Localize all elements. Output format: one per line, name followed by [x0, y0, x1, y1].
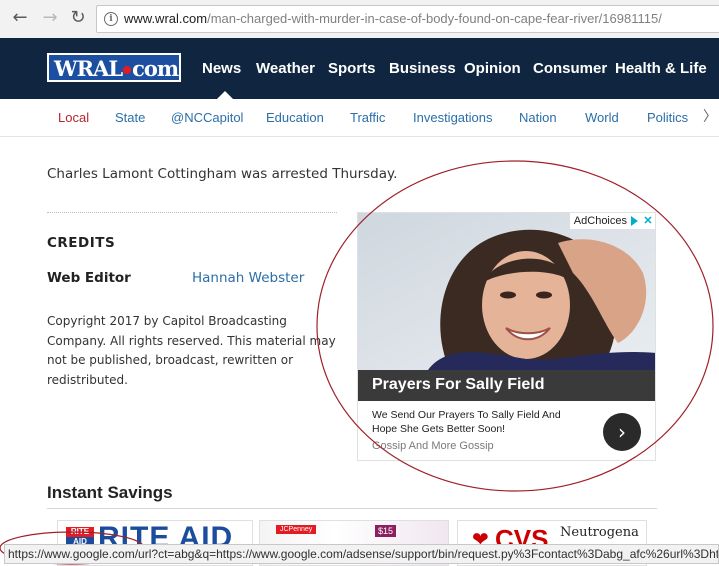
status-url: https://www.google.com/url?ct=abg&q=http…	[8, 547, 719, 561]
url-path: /man-charged-with-murder-in-case-of-body…	[207, 11, 662, 26]
neutrogena-logo: Neutrogena	[560, 525, 639, 540]
rite-aid-badge-top: RITE	[66, 527, 94, 537]
address-bar[interactable]: i www.wral.com/man-charged-with-murder-i…	[96, 5, 719, 33]
chevron-right-icon[interactable]: ›	[603, 413, 641, 451]
nav-weather[interactable]: Weather	[256, 60, 315, 77]
ad-unit[interactable]: AdChoices ✕ Prayers For Sally Field We Se…	[357, 212, 656, 461]
sub-nav-investigations[interactable]: Investigations	[413, 110, 493, 125]
sub-nav-education[interactable]: Education	[266, 110, 324, 125]
reload-icon[interactable]: ↻	[68, 8, 88, 28]
divider	[47, 212, 337, 213]
web-editor-link[interactable]: Hannah Webster	[192, 270, 304, 286]
ad-body[interactable]: We Send Our Prayers To Sally Field And H…	[372, 408, 572, 436]
ad-title-bar: Prayers For Sally Field	[358, 370, 655, 401]
sub-nav-local[interactable]: Local	[58, 110, 89, 125]
nav-consumer[interactable]: Consumer	[533, 60, 607, 77]
sub-nav-politics[interactable]: Politics	[647, 110, 688, 125]
info-icon[interactable]: i	[104, 12, 118, 26]
nav-news[interactable]: News	[202, 60, 241, 77]
jcpenney-logo: JCPenney	[276, 525, 317, 534]
ad-photo[interactable]	[358, 213, 655, 370]
wral-logo[interactable]: WRAL com	[47, 53, 181, 82]
browser-toolbar: ← → ↻ i www.wral.com/man-charged-with-mu…	[0, 0, 719, 39]
site-header: WRAL com News Weather Sports Business Opi…	[0, 38, 719, 99]
nav-health-life[interactable]: Health & Life	[615, 60, 707, 77]
logo-dot-icon	[123, 65, 132, 74]
sub-nav-traffic[interactable]: Traffic	[350, 110, 385, 125]
url-text[interactable]: www.wral.com/man-charged-with-murder-in-…	[124, 11, 662, 26]
ad-source: Gossip And More Gossip	[372, 440, 494, 452]
logo-left-text: WRAL	[54, 56, 123, 81]
sub-nav-world[interactable]: World	[585, 110, 619, 125]
back-icon[interactable]: ←	[10, 8, 30, 28]
ad-title[interactable]: Prayers For Sally Field	[372, 376, 545, 394]
price-tag: $15	[375, 525, 397, 537]
divider	[47, 508, 657, 509]
nav-opinion[interactable]: Opinion	[464, 60, 521, 77]
nav-sports[interactable]: Sports	[328, 60, 376, 77]
nav-business[interactable]: Business	[389, 60, 456, 77]
sub-nav-state[interactable]: State	[115, 110, 145, 125]
credits-heading: CREDITS	[47, 235, 116, 251]
adchoices-badge[interactable]: AdChoices ✕	[569, 213, 655, 229]
photo-caption: Charles Lamont Cottingham was arrested T…	[47, 166, 398, 182]
web-editor-label: Web Editor	[47, 270, 131, 286]
sub-nav-nation[interactable]: Nation	[519, 110, 557, 125]
sub-nav-nccapitol[interactable]: @NCCapitol	[171, 110, 243, 125]
logo-right-text: com	[132, 56, 179, 81]
status-bar: https://www.google.com/url?ct=abg&q=http…	[4, 544, 719, 564]
adchoices-label: AdChoices	[573, 215, 627, 227]
chevron-right-icon[interactable]: 〉	[701, 108, 719, 126]
adchoices-icon	[631, 216, 638, 227]
url-host: www.wral.com	[124, 11, 208, 26]
forward-icon[interactable]: →	[40, 8, 60, 28]
sub-nav: Local State @NCCapitol Education Traffic…	[0, 99, 719, 137]
close-icon[interactable]: ✕	[641, 213, 655, 229]
instant-savings-heading: Instant Savings	[47, 483, 173, 502]
copyright-notice: Copyright 2017 by Capitol Broadcasting C…	[47, 314, 336, 387]
